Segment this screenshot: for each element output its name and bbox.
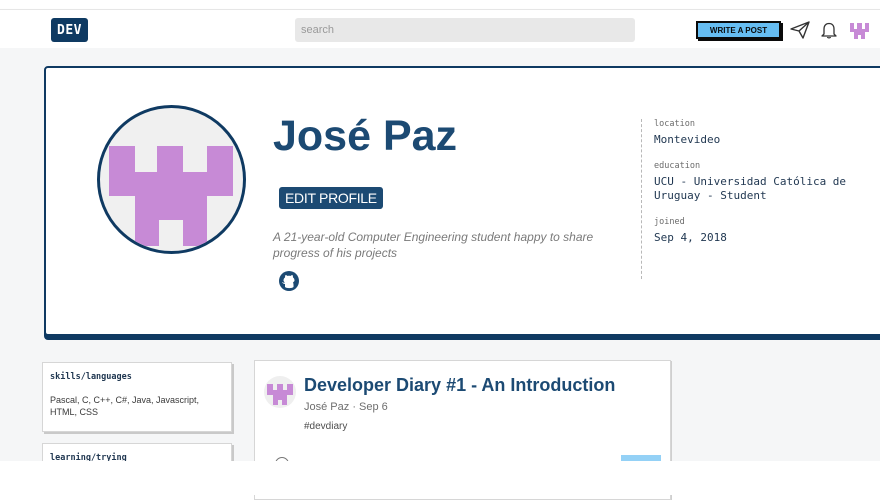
profile-summary: A 21-year-old Computer Engineering stude… <box>273 230 594 260</box>
post-title-link[interactable]: Developer Diary #1 - An Introduction <box>304 375 615 396</box>
post-tag[interactable]: #devdiary <box>304 421 347 432</box>
send-icon[interactable] <box>790 21 811 39</box>
screen-bottom <box>0 461 880 495</box>
joined-value: Sep 4, 2018 <box>654 231 727 244</box>
skills-title: skills/languages <box>50 372 132 382</box>
top-strip <box>0 0 880 9</box>
search-input[interactable] <box>295 18 635 42</box>
education-value: UCU - Universidad Católica de Uruguay - … <box>654 175 847 202</box>
profile-name: José Paz <box>273 112 458 160</box>
post-author-avatar[interactable] <box>264 376 296 408</box>
profile-avatar <box>97 105 246 254</box>
user-avatar-icon[interactable] <box>849 20 870 41</box>
location-value: Montevideo <box>654 133 721 146</box>
write-post-button[interactable]: WRITE A POST <box>696 21 781 39</box>
top-nav: DEV WRITE A POST <box>0 9 880 49</box>
post-author[interactable]: José Paz <box>304 401 349 413</box>
post-meta: José Paz · Sep 6 <box>304 401 388 413</box>
joined-key: joined <box>654 217 685 227</box>
dev-logo[interactable]: DEV <box>51 18 88 42</box>
github-icon[interactable] <box>278 270 300 292</box>
post-date: Sep 6 <box>359 401 388 413</box>
post-identicon-image <box>267 384 293 405</box>
skills-box: skills/languages Pascal, C, C++, C#, Jav… <box>42 362 232 432</box>
education-key: education <box>654 161 701 171</box>
profile-card: José Paz EDIT PROFILE A 21-year-old Comp… <box>44 66 880 336</box>
profile-details: location Montevideo education UCU - Univ… <box>641 119 871 279</box>
identicon-image <box>109 146 233 246</box>
location-key: location <box>654 119 695 129</box>
bell-icon[interactable] <box>821 21 837 39</box>
edit-profile-button[interactable]: EDIT PROFILE <box>279 187 383 209</box>
skills-body: Pascal, C, C++, C#, Java, Javascript, HT… <box>50 395 200 417</box>
